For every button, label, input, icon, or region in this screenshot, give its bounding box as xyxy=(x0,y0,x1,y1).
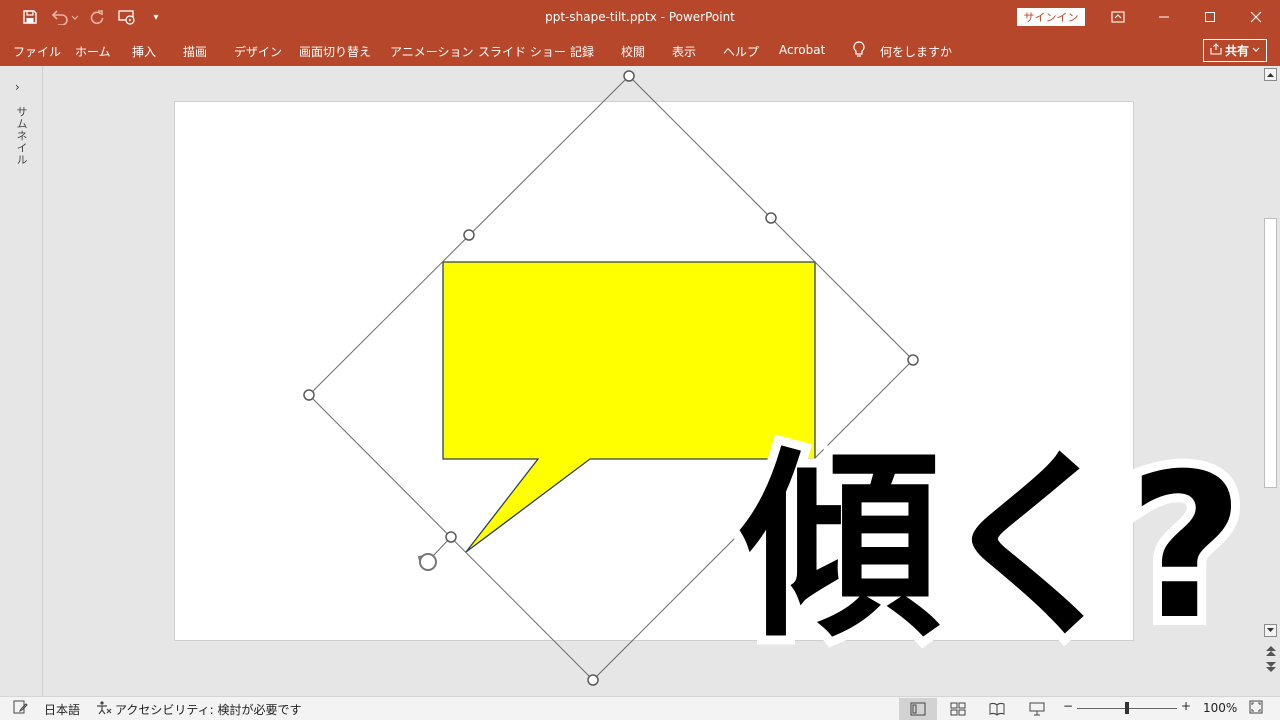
resize-handle[interactable] xyxy=(445,531,457,543)
overlay-caption: 傾く? xyxy=(731,431,1253,664)
slide-show-view-button[interactable] xyxy=(1018,698,1056,720)
tell-me-search[interactable]: 何をしますか xyxy=(880,43,952,60)
reading-view-button[interactable] xyxy=(978,698,1016,720)
resize-handle[interactable] xyxy=(463,229,475,241)
thumbnail-pane: › サムネイル xyxy=(0,66,43,696)
tab-transitions[interactable]: 画面切り替え xyxy=(299,43,371,60)
maximize-icon[interactable] xyxy=(1187,0,1233,34)
notes-icon[interactable] xyxy=(12,700,28,717)
lightbulb-icon xyxy=(852,41,866,61)
minimize-icon[interactable] xyxy=(1141,0,1187,34)
resize-handle[interactable] xyxy=(303,389,315,401)
tab-home[interactable]: ホーム xyxy=(75,43,111,60)
zoom-level[interactable]: 100% xyxy=(1203,701,1237,715)
scroll-down-button[interactable] xyxy=(1264,624,1277,637)
resize-handle[interactable] xyxy=(587,674,599,686)
tab-record[interactable]: 記録 xyxy=(570,43,594,60)
tab-acrobat[interactable]: Acrobat xyxy=(779,43,825,57)
share-icon xyxy=(1210,43,1222,58)
document-title: ppt-shape-tilt.pptx - PowerPoint xyxy=(545,10,735,24)
rotate-icon[interactable] xyxy=(417,553,437,571)
tab-review[interactable]: 校閲 xyxy=(621,43,645,60)
accessibility-status[interactable]: アクセシビリティ: 検討が必要です xyxy=(115,701,302,718)
status-bar: 日本語 アクセシビリティ: 検討が必要です − + 100% xyxy=(0,696,1280,720)
zoom-in-button[interactable]: + xyxy=(1181,699,1191,713)
chevron-down-icon xyxy=(1252,46,1260,56)
close-icon[interactable] xyxy=(1233,0,1279,34)
resize-handle[interactable] xyxy=(907,354,919,366)
sign-in-button[interactable]: サインイン xyxy=(1017,8,1085,26)
zoom-slider-thumb[interactable] xyxy=(1125,702,1129,714)
language-status[interactable]: 日本語 xyxy=(44,701,80,718)
next-slide-icon[interactable] xyxy=(1266,658,1276,677)
tab-slide-show[interactable]: スライド ショー xyxy=(478,43,566,60)
tab-animations[interactable]: アニメーション xyxy=(390,43,474,60)
share-button[interactable]: 共有 xyxy=(1203,39,1267,62)
ribbon-display-options-icon[interactable] xyxy=(1095,0,1141,34)
tab-help[interactable]: ヘルプ xyxy=(723,43,759,60)
resize-handle[interactable] xyxy=(765,212,777,224)
share-label: 共有 xyxy=(1224,44,1249,58)
title-bar: ▾ ppt-shape-tilt.pptx - PowerPoint サインイン xyxy=(0,0,1280,34)
tab-view[interactable]: 表示 xyxy=(672,43,696,60)
scroll-up-button[interactable] xyxy=(1264,68,1277,81)
fit-slide-icon[interactable] xyxy=(1249,700,1263,717)
scroll-thumb[interactable] xyxy=(1264,218,1277,488)
accessibility-icon[interactable] xyxy=(96,700,112,718)
zoom-out-button[interactable]: − xyxy=(1063,699,1073,713)
tab-file[interactable]: ファイル xyxy=(13,43,61,60)
resize-handle[interactable] xyxy=(623,70,635,82)
thumbnail-pane-label[interactable]: サムネイル xyxy=(13,106,29,166)
tab-design[interactable]: デザイン xyxy=(234,43,282,60)
ribbon-tabs: ファイル ホーム 挿入 描画 デザイン 画面切り替え アニメーション スライド … xyxy=(0,34,1280,66)
vertical-scrollbar[interactable] xyxy=(1262,66,1280,696)
expand-thumbnails-icon[interactable]: › xyxy=(15,80,20,94)
slide-sorter-view-button[interactable] xyxy=(939,698,977,720)
tab-draw[interactable]: 描画 xyxy=(183,43,207,60)
normal-view-button[interactable] xyxy=(899,698,937,720)
tab-insert[interactable]: 挿入 xyxy=(132,43,156,60)
